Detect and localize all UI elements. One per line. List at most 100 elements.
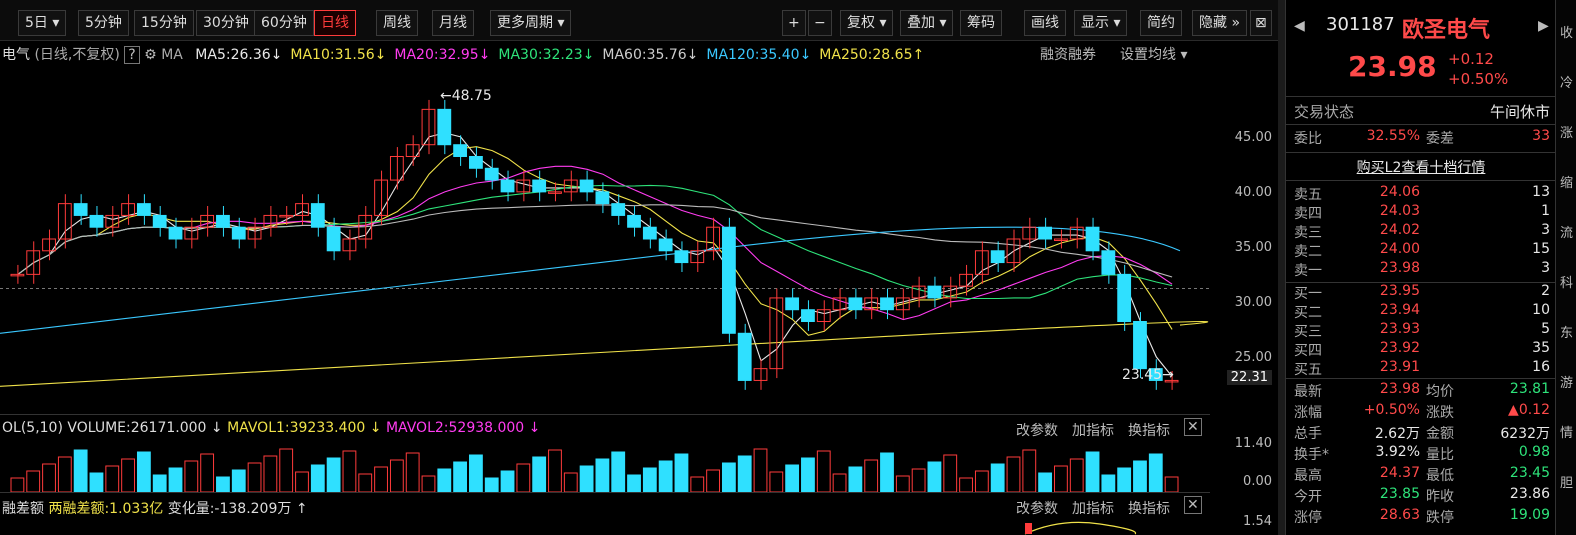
side-tab[interactable]: 游 xyxy=(1560,372,1573,391)
candle-body xyxy=(89,214,104,228)
side-tab-strip[interactable]: 收冷涨缩流科东游情胆 xyxy=(1555,0,1576,535)
stat-value: 24.37 xyxy=(1379,465,1420,481)
side-tab[interactable]: 涨 xyxy=(1560,122,1573,141)
volume-bar xyxy=(769,471,784,492)
help-icon[interactable]: ? xyxy=(124,46,140,64)
period-15min[interactable]: 15分钟 xyxy=(134,10,194,36)
close-icon[interactable]: ✕ xyxy=(1184,418,1202,436)
ma-label: MA xyxy=(161,47,183,63)
side-tab[interactable]: 冷 xyxy=(1560,72,1573,91)
mavol1-value: MAVOL1:39233.400 xyxy=(227,420,366,436)
candle-body xyxy=(1133,321,1147,370)
adjust-dropdown[interactable]: 复权 ▾ xyxy=(840,10,894,36)
zoom-out-button[interactable]: − xyxy=(808,10,832,36)
close-icon[interactable]: ✕ xyxy=(1184,496,1202,514)
margin-add-indicator[interactable]: 加指标 xyxy=(1072,498,1114,518)
vol-switch-indicator[interactable]: 换指标 xyxy=(1128,420,1170,440)
zoom-in-button[interactable]: + xyxy=(782,10,806,36)
margin-switch-indicator[interactable]: 换指标 xyxy=(1128,498,1170,518)
margin-edit-params[interactable]: 改参数 xyxy=(1016,498,1058,518)
volume-bar xyxy=(1085,451,1100,492)
next-stock-icon[interactable]: ▶ xyxy=(1538,18,1549,34)
l2-link-text[interactable]: 购买L2查看十档行情 xyxy=(1357,160,1486,176)
period-60min[interactable]: 60分钟 xyxy=(254,10,314,36)
stat-row: 总手 2.62万 金额 6232万 xyxy=(1286,423,1556,445)
more-periods-dropdown[interactable]: 更多周期 ▾ xyxy=(490,10,572,36)
vol-edit-params[interactable]: 改参数 xyxy=(1016,420,1058,440)
display-dropdown[interactable]: 显示 ▾ xyxy=(1074,10,1128,36)
volume-bar xyxy=(342,450,357,492)
volume-bar xyxy=(785,464,800,492)
stat-row: 换手* 3.92% 量比 0.98 xyxy=(1286,444,1556,466)
period-monthly[interactable]: 月线 xyxy=(432,10,474,36)
candle-body xyxy=(990,250,1005,264)
stat-value: 19.09 xyxy=(1509,507,1550,523)
volume-bar xyxy=(674,453,689,492)
close-icon[interactable]: ⊠ xyxy=(1250,10,1272,36)
candle-body xyxy=(611,203,626,216)
candle-body xyxy=(326,226,341,252)
candle-body xyxy=(801,309,815,322)
candle-body xyxy=(136,203,151,216)
period-30min[interactable]: 30分钟 xyxy=(196,10,256,36)
set-ma-dropdown[interactable]: 设置均线 ▾ xyxy=(1120,44,1187,64)
hide-button[interactable]: 隐藏 » xyxy=(1192,10,1248,36)
candle-body xyxy=(848,297,863,311)
side-tab[interactable]: 收 xyxy=(1560,22,1573,41)
l2-link[interactable]: 购买L2查看十档行情 xyxy=(1286,157,1556,179)
volume-bar xyxy=(500,470,515,492)
candle-body xyxy=(1101,250,1116,275)
candle-body xyxy=(737,332,752,381)
chart-scrollbar[interactable] xyxy=(1278,0,1285,535)
ma-line xyxy=(17,184,1173,300)
ask-volume: 3 xyxy=(1541,222,1550,238)
period-5day-dropdown[interactable]: 5日 ▾ xyxy=(18,10,67,36)
volume-header: OL(5,10) VOLUME:26171.000 ↓ MAVOL1:39233… xyxy=(0,414,1210,441)
candle-body xyxy=(500,179,515,193)
simple-mode-button[interactable]: 简约 xyxy=(1140,10,1182,36)
period-daily[interactable]: 日线 xyxy=(314,10,356,36)
stat-label: 最低 xyxy=(1426,468,1454,484)
ma-value-2: MA20:32.95↓ xyxy=(394,47,491,63)
ma-line xyxy=(17,204,1173,278)
volume-bar xyxy=(73,449,88,492)
vol-add-indicator[interactable]: 加指标 xyxy=(1072,420,1114,440)
period-5min[interactable]: 5分钟 xyxy=(78,10,129,36)
volume-bar xyxy=(911,468,926,492)
volume-bar xyxy=(627,474,641,492)
volume-bar xyxy=(690,476,705,492)
candle-body xyxy=(469,156,483,169)
volume-bar xyxy=(484,477,499,492)
volume-chart[interactable] xyxy=(0,440,1210,492)
status-value: 午间休市 xyxy=(1489,103,1550,121)
side-tab[interactable]: 流 xyxy=(1560,222,1573,241)
margin-tick: 1.54 xyxy=(1243,514,1272,529)
kline-chart[interactable] xyxy=(0,64,1210,414)
ask-row[interactable]: 卖一 23.98 3 xyxy=(1286,260,1556,282)
stat-row: 最高 24.37 最低 23.45 xyxy=(1286,465,1556,487)
volume-bar xyxy=(1133,460,1147,492)
side-tab[interactable]: 缩 xyxy=(1560,172,1573,191)
candle-body xyxy=(453,144,468,158)
volume-bar xyxy=(358,473,373,492)
side-tab[interactable]: 科 xyxy=(1560,272,1573,291)
stat-row: 涨停 28.63 跌停 19.09 xyxy=(1286,507,1556,529)
candle-body xyxy=(785,297,800,311)
overlay-dropdown[interactable]: 叠加 ▾ xyxy=(900,10,954,36)
margin-trading-link[interactable]: 融资融券 xyxy=(1040,44,1096,64)
ma-values: MA5:26.36↓ MA10:31.56↓ MA20:32.95↓ MA30:32.… xyxy=(187,47,924,63)
side-tab[interactable]: 情 xyxy=(1560,422,1573,441)
candle-body xyxy=(1085,226,1100,252)
candle-body xyxy=(437,108,452,146)
bid-label: 买一 xyxy=(1294,286,1322,302)
ask-volume: 13 xyxy=(1532,184,1550,200)
draw-line-button[interactable]: 画线 xyxy=(1024,10,1066,36)
side-tab[interactable]: 东 xyxy=(1560,322,1573,341)
side-tab[interactable]: 胆 xyxy=(1560,472,1573,491)
period-weekly[interactable]: 周线 xyxy=(376,10,418,36)
stat-label: 涨停 xyxy=(1294,510,1322,526)
gear-icon[interactable]: ⚙ xyxy=(144,47,157,63)
prev-stock-icon[interactable]: ◀ xyxy=(1294,18,1305,34)
stock-name-partial: 电气 xyxy=(2,47,30,63)
chips-button[interactable]: 筹码 xyxy=(960,10,1002,36)
